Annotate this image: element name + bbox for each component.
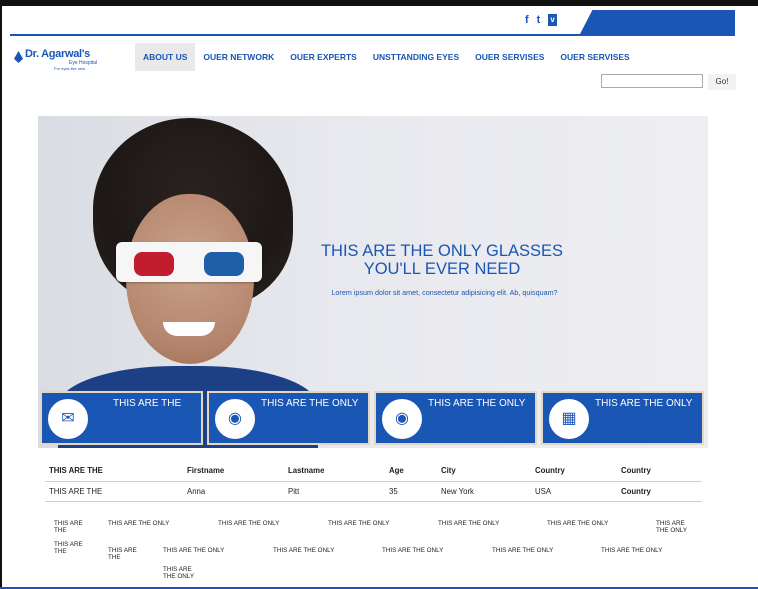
micro-label: THIS ARE THE bbox=[108, 547, 137, 561]
table-header: Country bbox=[531, 461, 617, 482]
hero-headline-line2: YOU'LL EVER NEED bbox=[363, 260, 521, 278]
search-go-button[interactable]: Go! bbox=[708, 74, 736, 90]
table-header: Country bbox=[617, 461, 702, 482]
hero-text: Lorem ipsum dolor sit amet, consectetur … bbox=[331, 288, 558, 297]
3d-glasses-image bbox=[116, 242, 262, 282]
tile-circle: ✉ bbox=[46, 397, 90, 441]
tile-circle: ◉ bbox=[213, 397, 257, 441]
table-cell: USA bbox=[531, 481, 617, 502]
globe-icon: ◉ bbox=[395, 410, 409, 427]
table-header: Age bbox=[385, 461, 437, 482]
feature-tile[interactable]: ◉ THIS ARE THE ONLY bbox=[207, 391, 370, 445]
table-header: THIS ARE THE bbox=[45, 461, 183, 482]
nav-experts[interactable]: OUER EXPERTS bbox=[282, 43, 365, 71]
table-cell: Country bbox=[617, 481, 702, 502]
nav-understanding-eyes[interactable]: UNSTTANDING EYES bbox=[365, 43, 467, 71]
twitter-icon[interactable]: t bbox=[537, 14, 541, 26]
social-links: f t v bbox=[525, 14, 557, 26]
micro-label: THIS ARE THE ONLY bbox=[163, 547, 225, 554]
table-cell: THIS ARE THE bbox=[45, 481, 183, 502]
micro-label: THIS ARE THE ONLY bbox=[328, 520, 390, 527]
micro-label: THIS ARE THE ONLY bbox=[163, 566, 195, 580]
location-pin-icon: ◉ bbox=[228, 410, 242, 427]
micro-label: THIS ARE THE ONLY bbox=[218, 520, 280, 527]
logo-tagline: For eyes like new bbox=[54, 66, 86, 71]
red-lens bbox=[134, 252, 174, 276]
tile-circle: ◉ bbox=[380, 397, 424, 441]
top-bar: f t v bbox=[10, 10, 735, 36]
table-cell: Anna bbox=[183, 481, 284, 502]
calendar-icon: ▦ bbox=[561, 410, 577, 427]
nav-about-us[interactable]: ABOUT US bbox=[135, 43, 196, 71]
micro-label: THIS ARE THE ONLY bbox=[547, 520, 609, 527]
table-cell: New York bbox=[437, 481, 531, 502]
nav-network[interactable]: OUER NETWORK bbox=[195, 43, 282, 71]
site-logo[interactable]: Dr. Agarwal's Eye Hospital For eyes like… bbox=[14, 47, 104, 73]
table-row: THIS ARE THE Anna Pitt 35 New York USA C… bbox=[45, 481, 702, 502]
hero-smile bbox=[163, 322, 215, 336]
blue-lens bbox=[204, 252, 244, 276]
table-header: City bbox=[437, 461, 531, 482]
vimeo-icon[interactable]: v bbox=[548, 14, 557, 26]
drop-icon bbox=[14, 51, 23, 63]
micro-label: THIS ARE THE bbox=[54, 541, 83, 555]
hero-headline: THIS ARE THE ONLY GLASSES YOU'LL EVER NE… bbox=[312, 242, 572, 278]
table-header: Firstname bbox=[183, 461, 284, 482]
table-header: Lastname bbox=[284, 461, 385, 482]
tile-label: THIS ARE THE bbox=[113, 398, 182, 409]
search-input[interactable] bbox=[601, 74, 703, 88]
table-header-row: THIS ARE THE Firstname Lastname Age City… bbox=[45, 461, 702, 482]
nav-services-2[interactable]: OUER SERVISES bbox=[552, 43, 637, 71]
table-cell: Pitt bbox=[284, 481, 385, 502]
micro-label: THIS ARE THE ONLY bbox=[382, 547, 444, 554]
table-cell: 35 bbox=[385, 481, 437, 502]
tile-circle: ▦ bbox=[547, 397, 591, 441]
micro-label: THIS ARE THE ONLY bbox=[656, 520, 688, 534]
logo-name: Dr. Agarwal's bbox=[25, 48, 90, 60]
micro-label: THIS ARE THE ONLY bbox=[108, 520, 170, 527]
micro-label: THIS ARE THE ONLY bbox=[273, 547, 335, 554]
feature-tiles: ✉ THIS ARE THE ◉ THIS ARE THE ONLY ◉ THI… bbox=[40, 391, 704, 445]
header-accent-strip bbox=[580, 10, 735, 34]
data-table: THIS ARE THE Firstname Lastname Age City… bbox=[45, 461, 702, 502]
micro-label: THIS ARE THE ONLY bbox=[492, 547, 554, 554]
tile-label: THIS ARE THE ONLY bbox=[595, 398, 693, 409]
micro-label: THIS ARE THE ONLY bbox=[438, 520, 500, 527]
tile-label: THIS ARE THE ONLY bbox=[261, 398, 359, 409]
feature-tile[interactable]: ◉ THIS ARE THE ONLY bbox=[374, 391, 537, 445]
main-nav: ABOUT US OUER NETWORK OUER EXPERTS UNSTT… bbox=[135, 43, 638, 71]
micro-label: THIS ARE THE ONLY bbox=[601, 547, 663, 554]
nav-services[interactable]: OUER SERVISES bbox=[467, 43, 552, 71]
tile-label: THIS ARE THE ONLY bbox=[428, 398, 526, 409]
clipboard-icon: ✉ bbox=[61, 410, 75, 427]
hero-headline-line1: THIS ARE THE ONLY GLASSES bbox=[320, 242, 564, 260]
micro-label: THIS ARE THE bbox=[54, 520, 83, 534]
feature-tile[interactable]: ✉ THIS ARE THE bbox=[40, 391, 203, 445]
facebook-icon[interactable]: f bbox=[525, 14, 529, 26]
feature-tile[interactable]: ▦ THIS ARE THE ONLY bbox=[541, 391, 704, 445]
